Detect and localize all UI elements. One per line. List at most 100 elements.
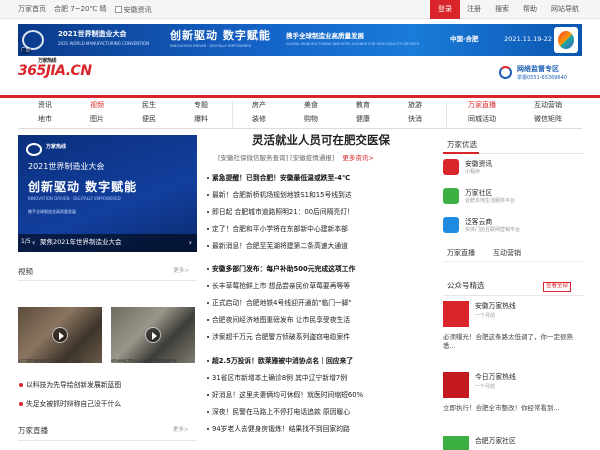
tab-marketing[interactable]: 互动营销: [493, 250, 521, 257]
headline-title[interactable]: 灵活就业人员可在肥交医保: [208, 134, 434, 147]
home-link[interactable]: 万家首页: [18, 6, 46, 14]
banner-expo-en: 2021 WORLD MANUFACTURING CONVENTION: [58, 41, 150, 46]
hero-slider[interactable]: 万家热线 2021世界制造业大会 创新驱动 数字赋能 INNOVATION DR…: [18, 135, 197, 252]
video-caption-2[interactable]: 眼镜蛇闯入工地消防员破殃: [111, 359, 197, 365]
divider: [18, 440, 197, 441]
gzh-date: 一个月前: [475, 313, 496, 319]
site-logo[interactable]: 365JIA.CN 万家热线: [18, 59, 92, 79]
list-item[interactable]: 深夜！民警在马路上不停打电话追款 原因暖心: [206, 409, 350, 416]
more-news-link[interactable]: 更多资讯>: [342, 154, 373, 162]
video-caption-1[interactable]: 2只野猪闯入小区楼冲直播: [18, 359, 104, 365]
nav-item-education[interactable]: 教育: [356, 102, 370, 109]
list-item[interactable]: 好消息！这里夫妻俩均可休假！就医时间缩短60%: [206, 392, 363, 399]
video-thumb-2[interactable]: [111, 307, 195, 363]
list-item[interactable]: 94岁老人去健身房锻炼！结果找不到回家的路: [207, 426, 350, 433]
list-item[interactable]: 以科技为先导绘创新发展新蓝图: [18, 382, 121, 389]
hero-logo-text: 万家热线: [46, 144, 67, 150]
app-sub: 小程序: [465, 169, 481, 175]
nav-item-house[interactable]: 房产: [252, 102, 266, 109]
gzh-avatar: [443, 372, 469, 398]
login-button[interactable]: 登录: [430, 0, 460, 19]
gzh-desc: 立即执行！合肥全市整改！你经常看到...: [443, 404, 560, 412]
hero-line3: INNOVATION DRIVEN · DIGITALLY EMPOWERED: [28, 196, 121, 201]
live-more-link[interactable]: 更多>: [173, 427, 189, 434]
nav-item-fmcg[interactable]: 快消: [408, 116, 422, 123]
nav-item-live[interactable]: 万家直播: [468, 102, 496, 109]
nav-item-photos[interactable]: 图片: [90, 116, 104, 123]
site-logo-text: 365JIA.CN: [18, 63, 92, 79]
list-item[interactable]: 失足女被抓时辩称自己没干什么: [18, 401, 121, 408]
search-link[interactable]: 搜索: [488, 6, 516, 13]
main-nav: 资讯 地市 视频 图片 民生 便民 专题 爆料 房产 装修 美食 购物 教育 健…: [18, 98, 582, 129]
checkbox-icon[interactable]: [114, 6, 122, 13]
city-selector[interactable]: 合肥 7~20℃ 晴: [54, 6, 107, 14]
expo-banner-ad[interactable]: 2021世界制造业大会 2021 WORLD MANUFACTURING CON…: [18, 24, 582, 56]
banner-theme: 携手全球制造业高质量发展: [286, 32, 364, 40]
anhui-news-app-icon: [443, 159, 459, 175]
nav-item-travel[interactable]: 旅游: [408, 102, 422, 109]
gzh-view-all-button[interactable]: 查看全部: [543, 282, 572, 292]
nav-item-shopping[interactable]: 购物: [304, 116, 318, 123]
list-item[interactable]: 安徽多部门发布：每户补助500元完成这项工作: [206, 266, 355, 273]
video-title: 视频: [18, 267, 33, 276]
list-item[interactable]: 定了！合肥和平小学将在东部新中心建新本部: [207, 226, 348, 233]
banner-slogan: 创新驱动 数字赋能: [170, 29, 271, 42]
gzh-title: 公众号精选: [447, 281, 485, 290]
help-link[interactable]: 帮助: [516, 6, 544, 13]
nav-item-events[interactable]: 同城活动: [468, 116, 496, 123]
tab-live[interactable]: 万家直播: [447, 250, 475, 257]
list-item[interactable]: 最新！合肥新桥机场规划地铁S1和15号线到达: [207, 192, 352, 199]
cloud-app-icon: [443, 217, 459, 233]
banner-slogan-en: INNOVATION DRIVEN · DIGITALLY EMPOWERED: [170, 44, 252, 48]
prev-arrow-icon[interactable]: ‹: [32, 239, 35, 247]
nav-item-livelihood[interactable]: 民生: [142, 102, 156, 109]
right-tabs: 万家直播 互动营销: [443, 248, 583, 262]
play-icon[interactable]: [145, 327, 161, 343]
list-item[interactable]: 正式启动！合肥地铁4号线迎开通前"临门一脚": [207, 300, 352, 307]
hero-caption[interactable]: 聚焦2021年世界制造业大会: [40, 239, 122, 246]
list-item[interactable]: 最新消息！合肥至芜湖将建第二条高速大通道: [207, 243, 348, 250]
list-item[interactable]: 长丰草莓抢鲜上市 想品尝亲民价草莓要再等等: [206, 283, 350, 290]
app-name: 泛客云商: [465, 218, 493, 226]
list-item[interactable]: 涉案超千万元 合肥警方侦破系列盗窃电缆案件: [206, 334, 350, 341]
site-nav-link[interactable]: 网站导航: [544, 6, 586, 13]
banner-date: 2021.11.19-22: [504, 35, 552, 43]
nav-item-wechat[interactable]: 微信矩阵: [534, 116, 562, 123]
video-thumb-1[interactable]: [18, 307, 102, 363]
nav-separator: [232, 101, 233, 127]
city-name: 合肥: [54, 5, 68, 13]
site-logo-sub: 万家热线: [38, 58, 57, 64]
next-arrow-icon[interactable]: ›: [189, 239, 192, 247]
gzh-date: 一个月前: [475, 384, 496, 390]
list-item[interactable]: 即日起 合肥城市道路照明21：00后间隔亮灯！: [207, 209, 354, 216]
play-icon[interactable]: [52, 327, 68, 343]
app-name: 安徽资讯: [465, 160, 493, 168]
sublink-social-security[interactable]: [安徽社保微信服务查询]: [218, 154, 288, 162]
nav-item-food[interactable]: 美食: [304, 102, 318, 109]
nav-item-decor[interactable]: 装修: [252, 116, 266, 123]
nav-item-health[interactable]: 健康: [356, 116, 370, 123]
hero-line2: 创新驱动 数字赋能: [28, 180, 138, 194]
nav-item-news[interactable]: 资讯: [38, 102, 52, 109]
nav-item-marketing[interactable]: 互动营销: [534, 102, 562, 109]
nav-item-video[interactable]: 视频: [90, 102, 104, 109]
banner-place: 中国·合肥: [450, 35, 479, 43]
divider: [18, 280, 197, 281]
app-sub: 实体门店互联网营销平台: [465, 227, 521, 233]
supervise-icon: [499, 66, 512, 79]
nav-item-services[interactable]: 便民: [142, 116, 156, 123]
list-item[interactable]: 31省区市新增本土确诊8例 其中辽宁新增7例: [206, 375, 347, 382]
anhui-news-toggle[interactable]: 安徽资讯: [114, 6, 152, 14]
list-item[interactable]: 紧急提醒！已到合肥！安徽最低温或跌至-4℃: [206, 175, 350, 182]
nav-item-cities[interactable]: 地市: [38, 116, 52, 123]
weather-text: 7~20℃ 晴: [70, 5, 107, 13]
top-bar: 万家首页 合肥 7~20℃ 晴 安徽资讯 登录 注册 搜索 帮助 网站导航: [0, 0, 600, 19]
nav-item-tips[interactable]: 爆料: [194, 116, 208, 123]
nav-item-topics[interactable]: 专题: [194, 102, 208, 109]
list-item[interactable]: 合肥夜间经济地图重磅发布 让市民享受夜生活: [206, 317, 350, 324]
list-item[interactable]: 超2.5万投诉！欧莱雅被中消协点名｜回应来了: [206, 358, 353, 365]
divider: [443, 295, 583, 296]
video-more-link[interactable]: 更多>: [173, 268, 189, 275]
register-link[interactable]: 注册: [460, 6, 488, 13]
sublink-epidemic[interactable]: [安徽疫情通报]: [290, 154, 334, 162]
